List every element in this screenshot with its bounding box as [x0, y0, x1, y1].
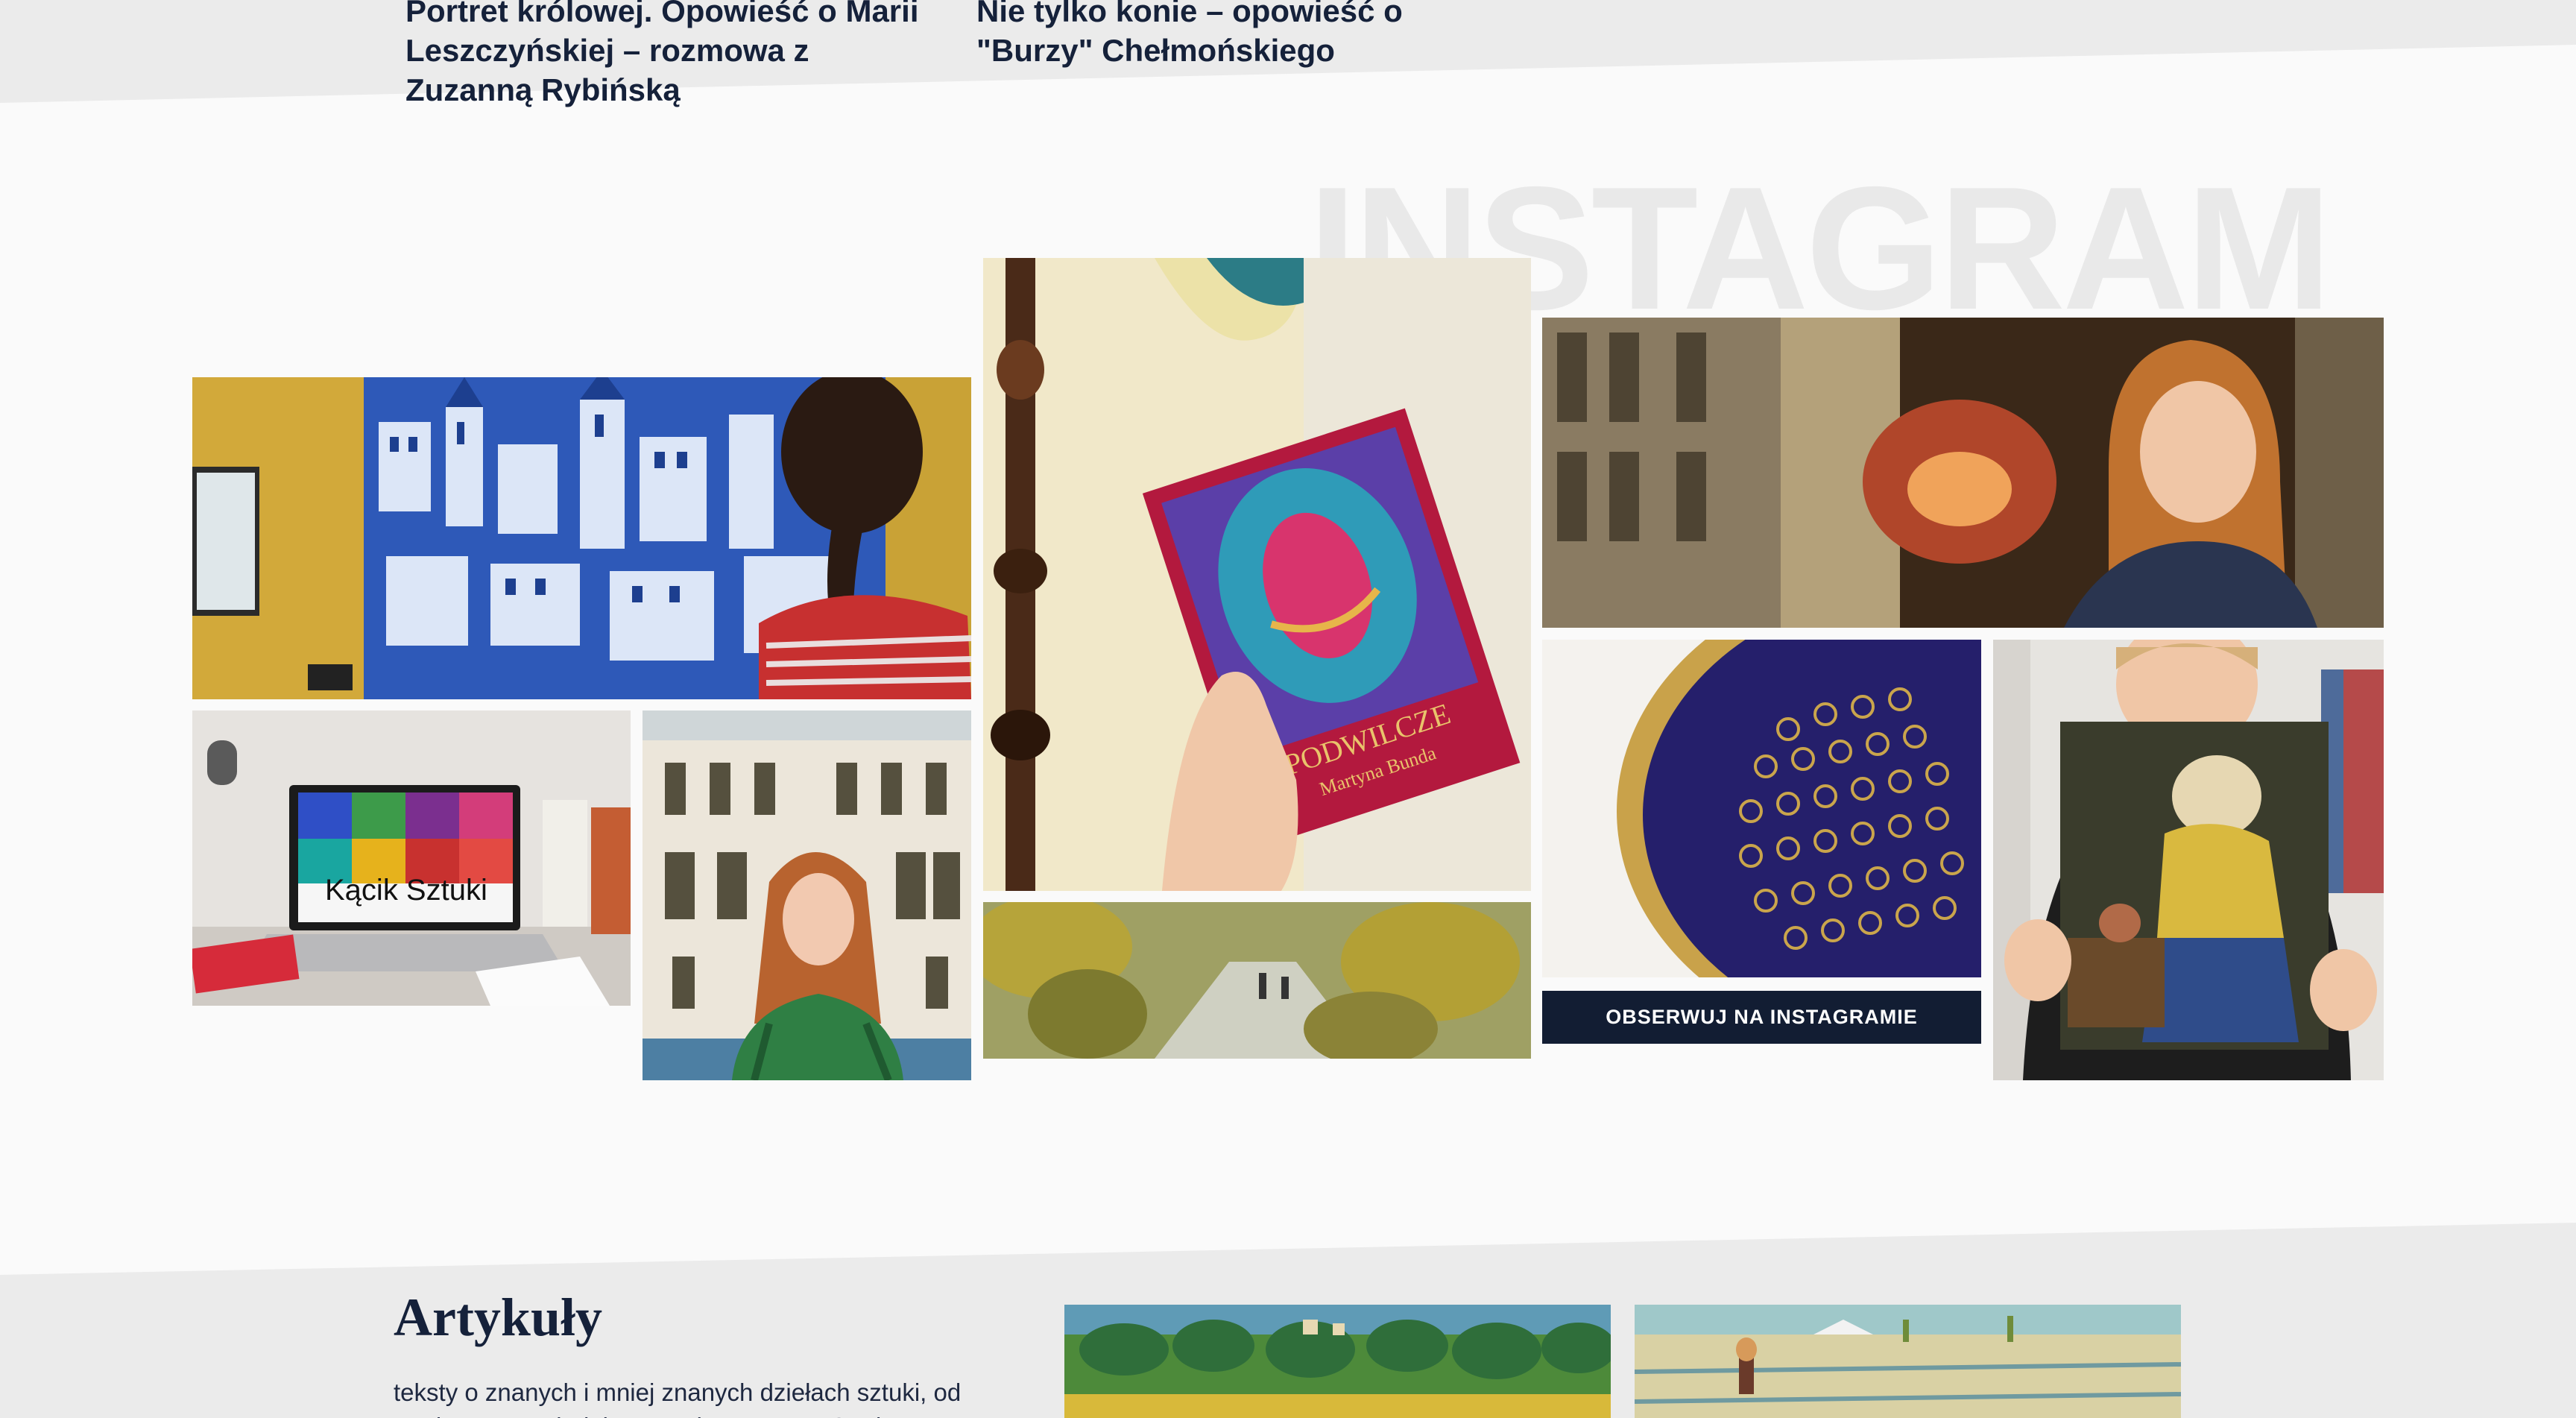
articles-description: teksty o znanych i mniej znanych dziełac… — [394, 1378, 962, 1418]
instagram-photo-portrait[interactable] — [1542, 318, 2384, 628]
article-thumbnail-2[interactable] — [1635, 1305, 2181, 1418]
follow-instagram-button[interactable]: OBSERWUJ NA INSTAGRAMIE — [1542, 991, 1981, 1044]
instagram-photo-plate[interactable] — [1542, 640, 1981, 977]
laptop-caption: Kącik Sztuki — [325, 874, 487, 907]
instagram-photo-laptop[interactable] — [192, 710, 631, 1006]
instagram-photo-atrium[interactable] — [643, 710, 971, 1080]
instagram-photo-vermeer[interactable] — [1993, 640, 2384, 1080]
instagram-photo-book[interactable]: PODWILCZE Martyna Bunda — [983, 258, 1531, 891]
article-thumbnail-1[interactable] — [1064, 1305, 1611, 1418]
articles-heading: Artykuły — [394, 1288, 603, 1347]
instagram-photo-delft-mural[interactable] — [192, 377, 971, 699]
post-title-1[interactable]: Portret królowej. Opowieść o Marii Leszc… — [405, 0, 942, 110]
post-title-2[interactable]: Nie tylko konie – opowieść o "Burzy" Che… — [976, 0, 1513, 70]
instagram-photo-park[interactable] — [983, 902, 1531, 1059]
